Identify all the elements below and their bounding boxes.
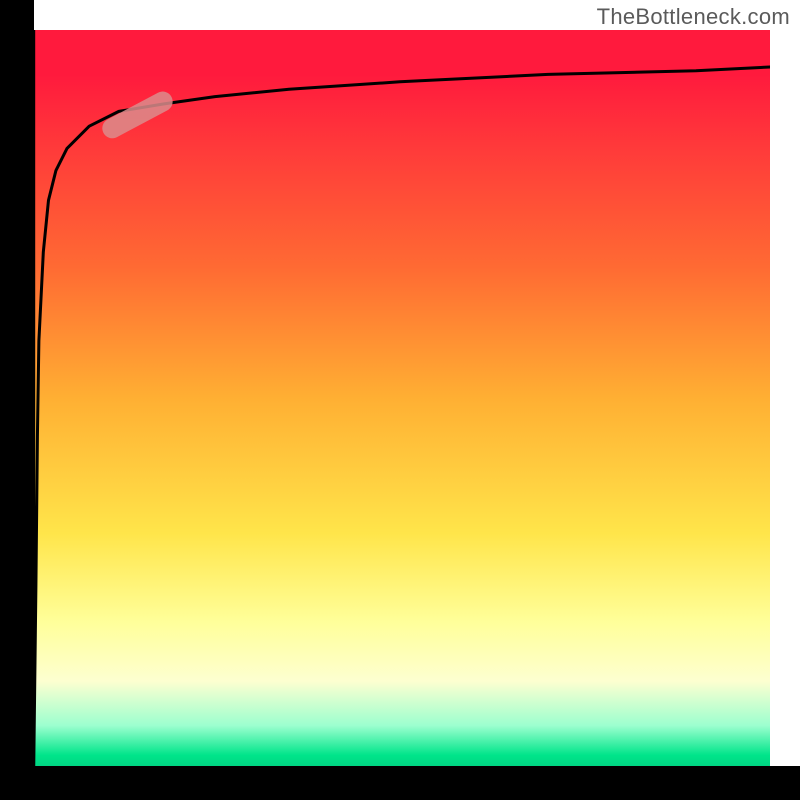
chart-frame: TheBottleneck.com [0, 0, 800, 800]
source-watermark: TheBottleneck.com [597, 4, 790, 30]
gradient-plot-area [30, 30, 770, 770]
x-axis-border [0, 766, 800, 800]
y-axis-border [0, 0, 34, 800]
